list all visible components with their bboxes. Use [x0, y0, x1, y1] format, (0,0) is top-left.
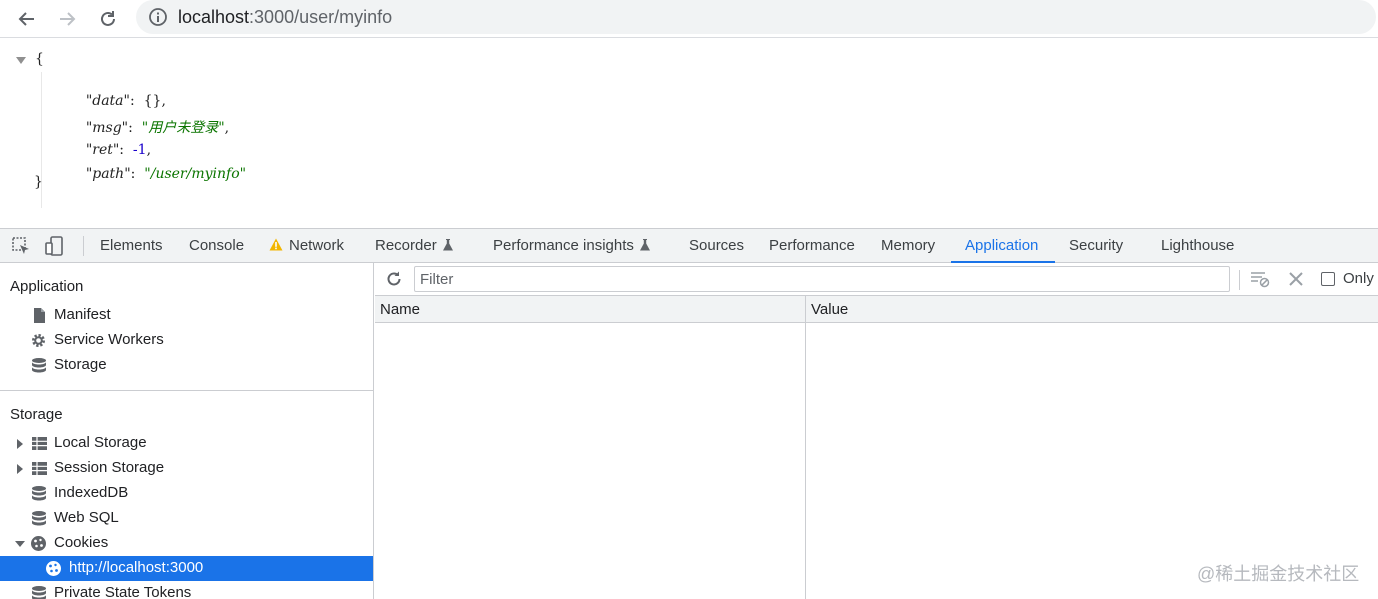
sidebar-item-manifest[interactable]: Manifest: [0, 303, 373, 328]
tab-network[interactable]: Network: [269, 229, 344, 263]
sidebar-item-storage-overview[interactable]: Storage: [0, 353, 373, 378]
devtools-panel: Elements Console Network Recorder Perfor…: [0, 228, 1378, 599]
sidebar-item-label: IndexedDB: [54, 484, 129, 501]
url-text[interactable]: localhost:3000/user/myinfo: [178, 7, 392, 28]
json-value: "/user/myinfo": [144, 166, 247, 182]
sidebar-item-label: Service Workers: [54, 331, 164, 348]
sidebar-item-label: Cookies: [54, 534, 109, 551]
tab-recorder-label: Recorder: [375, 237, 437, 254]
json-open-brace: {: [35, 51, 44, 67]
reload-icon: [101, 11, 115, 26]
device-toolbar-button[interactable]: [44, 235, 66, 257]
cookie-table-header: Name Value: [375, 296, 1378, 323]
watermark: @稀土掘金技术社区: [1197, 564, 1360, 584]
json-comma: ,: [224, 120, 230, 136]
expand-arrow-icon[interactable]: [17, 464, 23, 474]
column-divider[interactable]: [805, 296, 806, 599]
toolbar-separator: [1239, 270, 1240, 290]
devtools-tab-bar: Elements Console Network Recorder Perfor…: [0, 229, 1378, 263]
column-header-value[interactable]: Value: [811, 301, 848, 318]
sidebar-item-label: Storage: [54, 356, 107, 373]
sidebar-item-indexeddb[interactable]: IndexedDB: [0, 481, 373, 506]
cookies-pane: Only Name Value: [375, 263, 1378, 599]
sidebar-item-cookie-origin[interactable]: http://localhost:3000: [0, 556, 373, 581]
browser-toolbar: localhost:3000/user/myinfo: [0, 0, 1378, 38]
sidebar-item-label: http://localhost:3000: [69, 559, 204, 576]
tab-application[interactable]: Application: [951, 229, 1055, 263]
sidebar-item-label: Session Storage: [54, 459, 165, 476]
table-grid-icon: [32, 437, 47, 450]
tab-separator: [83, 236, 84, 256]
sidebar-item-service-workers[interactable]: Service Workers: [0, 328, 373, 353]
reload-button[interactable]: [93, 4, 123, 34]
tab-network-label: Network: [289, 237, 345, 254]
url-path: :3000/user/myinfo: [249, 7, 393, 27]
json-close-brace: }: [34, 174, 43, 190]
application-sidebar: Application Manifest Service Workers Sto…: [0, 263, 374, 599]
json-value: "用户未登录": [141, 120, 225, 136]
info-icon[interactable]: [148, 7, 168, 27]
filter-input[interactable]: [414, 266, 1230, 292]
tab-performance-insights-label: Performance insights: [493, 237, 634, 254]
section-title-storage: Storage: [10, 406, 63, 423]
clear-all-icon[interactable]: [1287, 270, 1305, 288]
cookie-filter-toolbar: Only: [375, 263, 1378, 296]
tab-sources[interactable]: Sources: [689, 229, 744, 263]
sidebar-item-label: Local Storage: [54, 434, 147, 451]
only-checkbox-label: Only: [1343, 270, 1374, 287]
json-viewer: { "data": {}, "msg": "用户未登录", "ret": -1,…: [0, 40, 1378, 230]
collapse-arrow-icon[interactable]: [15, 541, 25, 547]
sidebar-item-label: Manifest: [54, 306, 111, 323]
section-title-application: Application: [10, 278, 84, 295]
tab-performance-insights[interactable]: Performance insights: [493, 229, 650, 263]
database-icon: [32, 586, 46, 599]
url-host: localhost: [178, 7, 250, 27]
tab-console[interactable]: Console: [189, 229, 244, 263]
inspect-cursor-icon: [12, 237, 29, 254]
experimental-flask-icon: [442, 239, 453, 251]
cookie-icon: [31, 536, 46, 551]
sidebar-item-session-storage[interactable]: Session Storage: [0, 456, 373, 481]
tab-security[interactable]: Security: [1069, 229, 1123, 263]
database-icon: [32, 511, 46, 526]
json-key: "path": [85, 166, 131, 182]
clear-filtered-cookies-icon[interactable]: [1250, 270, 1270, 288]
json-entry: "path": "/user/myinfo": [68, 150, 246, 198]
sidebar-item-cookies[interactable]: Cookies: [0, 531, 373, 556]
column-header-name[interactable]: Name: [380, 301, 420, 318]
device-mode-icon: [45, 236, 63, 256]
forward-button[interactable]: [52, 4, 82, 34]
section-divider: [0, 390, 373, 391]
sidebar-item-local-storage[interactable]: Local Storage: [0, 431, 373, 456]
expand-arrow-icon[interactable]: [17, 439, 23, 449]
sidebar-item-web-sql[interactable]: Web SQL: [0, 506, 373, 531]
sidebar-item-private-state-tokens[interactable]: Private State Tokens: [0, 581, 373, 599]
refresh-icon[interactable]: [385, 270, 403, 288]
document-icon: [34, 308, 45, 323]
table-grid-icon: [32, 462, 47, 475]
cookie-icon: [46, 561, 61, 576]
tab-elements[interactable]: Elements: [100, 229, 163, 263]
only-issues-checkbox[interactable]: [1321, 272, 1335, 286]
database-icon: [32, 486, 46, 501]
database-icon: [32, 358, 46, 373]
sidebar-item-label: Web SQL: [54, 509, 119, 526]
tab-memory[interactable]: Memory: [881, 229, 935, 263]
tab-performance[interactable]: Performance: [769, 229, 855, 263]
gear-icon: [32, 334, 45, 347]
inspect-element-button[interactable]: [10, 235, 32, 257]
json-sep: :: [130, 166, 145, 182]
tab-lighthouse[interactable]: Lighthouse: [1161, 229, 1234, 263]
address-bar[interactable]: localhost:3000/user/myinfo: [136, 0, 1376, 34]
warning-icon: [269, 238, 283, 251]
back-button[interactable]: [12, 4, 42, 34]
sidebar-item-label: Private State Tokens: [54, 584, 192, 599]
experimental-flask-icon: [639, 239, 650, 251]
arrow-right-icon: [60, 12, 76, 26]
collapse-toggle-icon[interactable]: [16, 57, 26, 64]
arrow-left-icon: [18, 12, 34, 26]
tab-recorder[interactable]: Recorder: [375, 229, 453, 263]
